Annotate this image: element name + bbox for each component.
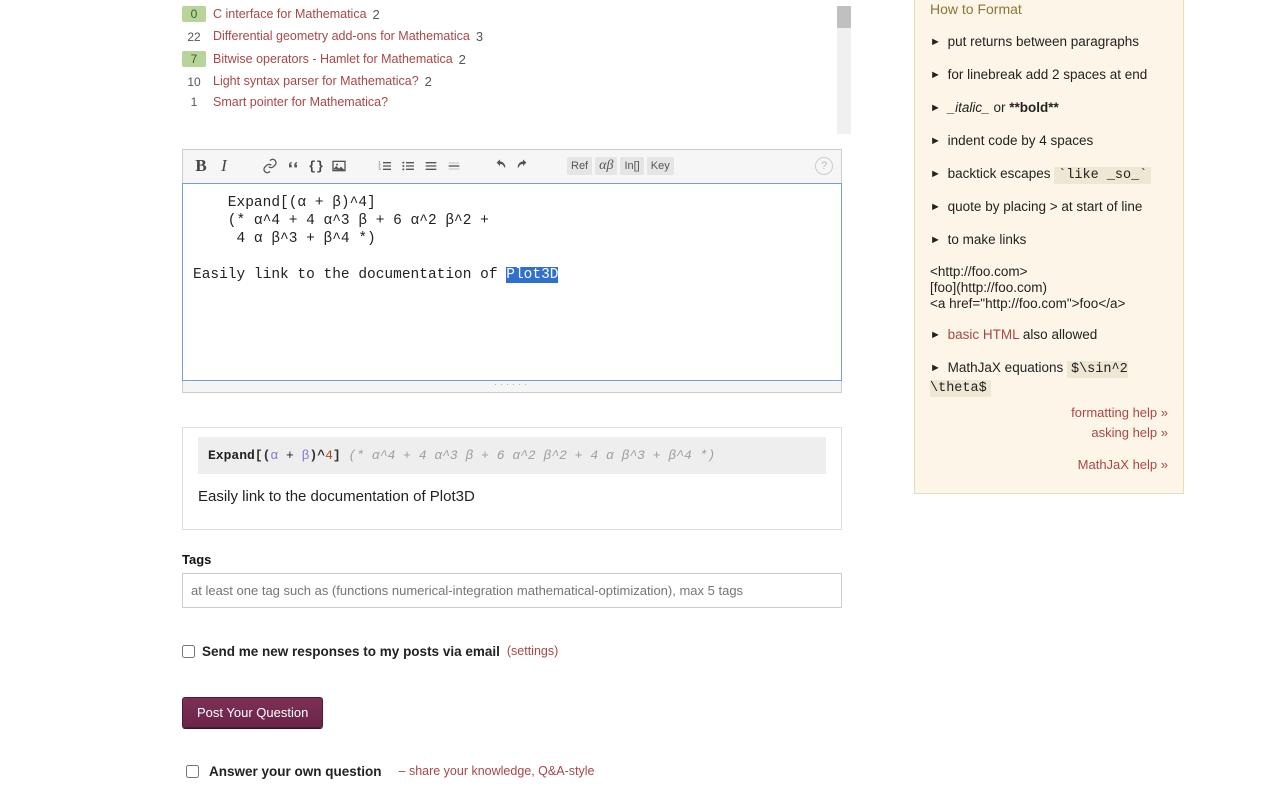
bold-button[interactable]: B [191,156,211,176]
asking-help-link[interactable]: asking help » [930,423,1168,443]
editor-line: (* α^4 + 4 α^3 β + 6 α^2 β^2 + [193,213,489,229]
help-item: ► _italic_ or **bold** [930,99,1168,118]
votes-badge: 1 [182,96,206,108]
help-link-example: <http://foo.com> [foo](http://foo.com) <… [930,264,1168,312]
email-responses-row: Send me new responses to my posts via em… [182,644,842,659]
editor-textarea[interactable]: Expand[(α + β)^4] (* α^4 + 4 α^3 β + 6 α… [182,183,842,381]
svg-text:3: 3 [378,166,381,171]
preview-code-block: Expand[(α + β)^4] (* α^4 + 4 α^3 β + 6 α… [198,437,826,474]
code-icon[interactable]: {} [306,156,326,176]
related-item[interactable]: 7 Bitwise operators - Hamlet for Mathema… [182,51,842,67]
related-item[interactable]: 22 Differential geometry add-ons for Mat… [182,30,842,43]
help-links: formatting help » asking help » MathJaX … [930,403,1168,475]
format-help-box: How to Format ► put returns between para… [914,0,1184,494]
quote-icon[interactable] [283,156,303,176]
link-icon[interactable] [260,156,280,176]
italic-button[interactable]: I [214,156,234,176]
related-count: 3 [476,30,483,43]
answer-own-share-link[interactable]: – share your knowledge, Q&A-style [399,764,595,778]
editor-resize-grip[interactable]: ······ [182,381,842,393]
code-token: [( [255,448,271,463]
answer-own-question-row: Answer your own question – share your kn… [182,762,842,781]
mathjax-help-link[interactable]: MathJaX help » [930,455,1168,475]
related-item[interactable]: 1 Smart pointer for Mathematica? [182,96,842,109]
code-token: + [278,448,301,463]
editor-line: Easily link to the documentation of [193,267,506,283]
related-count: 2 [459,53,466,66]
redo-icon[interactable] [513,156,533,176]
tags-label: Tags [182,552,842,567]
related-link[interactable]: Bitwise operators - Hamlet for Mathemati… [213,53,453,66]
answer-own-label: Answer your own question [209,764,382,779]
format-help-title: How to Format [930,1,1168,17]
code-token: Expand [208,448,255,463]
help-item: ► backtick escapes `like _so_` [930,165,1168,184]
help-item: ► to make links [930,231,1168,250]
related-link[interactable]: Light syntax parser for Mathematica? [213,75,419,88]
preview-area: Expand[(α + β)^4] (* α^4 + 4 α^3 β + 6 α… [182,427,842,530]
editor-line: 4 α β^3 + β^4 *) [193,231,376,247]
code-token: 4 α β^3 + β^4 *) [590,448,715,463]
editor-toolbar: B I {} 123 Ref αβ In[] [182,149,842,183]
related-link[interactable]: C interface for Mathematica [213,8,367,21]
related-questions: 0 C interface for Mathematica 2 22 Diffe… [182,6,842,109]
formatting-help-link[interactable]: formatting help » [930,403,1168,423]
related-count: 2 [425,75,432,88]
related-count: 2 [373,8,380,21]
help-item: ► quote by placing > at start of line [930,198,1168,217]
help-item: ► indent code by 4 spaces [930,132,1168,151]
answer-own-checkbox[interactable] [186,765,199,778]
basic-html-link[interactable]: basic HTML [948,327,1020,342]
help-item: ► for linebreak add 2 spaces at end [930,66,1168,85]
votes-badge: 7 [182,51,206,67]
related-scrollbar[interactable] [837,6,851,134]
email-responses-checkbox[interactable] [182,645,195,658]
code-token: ] [333,448,341,463]
help-item: ► put returns between paragraphs [930,33,1168,52]
key-pill[interactable]: Key [647,157,674,175]
editor-line: Expand[(α + β)^4] [193,195,376,211]
votes-badge: 10 [182,76,206,88]
inout-pill[interactable]: In[] [620,157,643,175]
greek-pill[interactable]: αβ [595,157,617,175]
ref-pill[interactable]: Ref [567,157,592,175]
heading-icon[interactable] [421,156,441,176]
email-responses-label: Send me new responses to my posts via em… [202,644,500,659]
code-token: (* α^4 + 4 α^3 β + 6 α^2 β^2 + [349,448,583,463]
ordered-list-icon[interactable]: 123 [375,156,395,176]
related-link[interactable]: Differential geometry add-ons for Mathem… [213,30,470,43]
post-question-button[interactable]: Post Your Question [182,697,323,728]
related-item[interactable]: 0 C interface for Mathematica 2 [182,6,842,22]
email-settings-link[interactable]: (settings) [507,644,558,658]
editor-selection: Plot3D [506,267,558,283]
toolbar-help-icon[interactable]: ? [815,157,833,175]
help-item: ► basic HTML also allowed [930,326,1168,345]
help-item: ► MathJaX equations $\sin^2 \theta$ [930,359,1168,397]
votes-badge: 0 [182,6,206,22]
related-scrollbar-thumb[interactable] [837,6,851,28]
related-link[interactable]: Smart pointer for Mathematica? [213,96,388,109]
undo-icon[interactable] [490,156,510,176]
preview-text: Easily link to the documentation of Plot… [198,488,826,505]
related-item[interactable]: 10 Light syntax parser for Mathematica? … [182,75,842,88]
code-token: )^ [309,448,325,463]
unordered-list-icon[interactable] [398,156,418,176]
tags-input[interactable] [182,573,842,608]
votes-badge: 22 [182,31,206,43]
image-icon[interactable] [329,156,349,176]
hr-icon[interactable] [444,156,464,176]
code-token: 4 [325,448,333,463]
